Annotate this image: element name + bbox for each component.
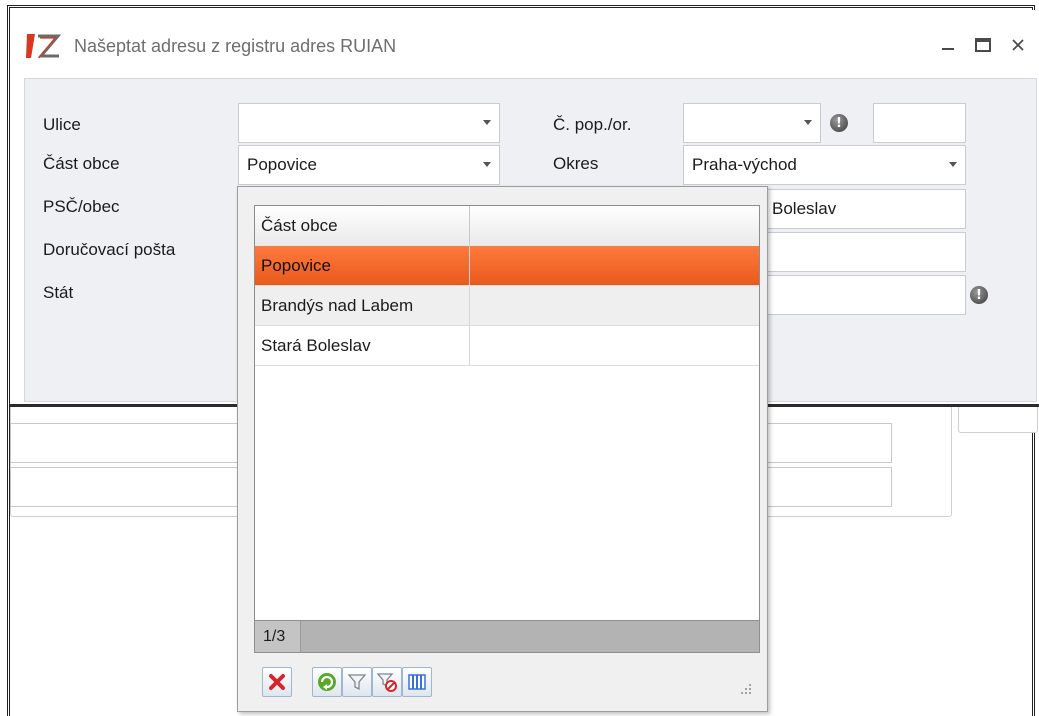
red-x-icon [269, 674, 285, 690]
minimize-button[interactable] [935, 32, 961, 58]
maximize-icon [975, 38, 991, 52]
ulice-label: Ulice [43, 115, 81, 134]
cast-obce-grid: Část obce Popovice Brandýs nad Labem Sta… [254, 205, 760, 637]
list-item-label: Popovice [255, 246, 470, 285]
chevron-down-icon[interactable] [949, 162, 957, 167]
maximize-button[interactable] [970, 32, 996, 58]
dorucovaci-posta-label: Doručovací pošta [43, 240, 176, 259]
info-icon[interactable]: ! [970, 286, 988, 304]
stat-label: Stát [43, 283, 74, 302]
list-item[interactable]: Stará Boleslav [255, 326, 759, 366]
grid-header: Část obce [255, 206, 759, 247]
clear-filter-icon [376, 673, 397, 692]
app-logo-icon [26, 34, 61, 59]
list-item-label: Brandýs nad Labem [255, 286, 470, 325]
close-button[interactable] [1005, 32, 1031, 58]
clear-button[interactable] [262, 667, 292, 697]
close-icon [1012, 39, 1024, 51]
okres-value: Praha-východ [692, 155, 797, 174]
info-icon[interactable]: ! [830, 114, 848, 132]
filter-icon [347, 674, 367, 691]
refresh-icon [318, 673, 336, 691]
column-header-cast-obce[interactable]: Část obce [255, 206, 470, 246]
list-item-label: Stará Boleslav [255, 326, 470, 365]
pager-text: 1/3 [255, 621, 301, 652]
cast-obce-value: Popovice [247, 155, 317, 174]
resize-grip-icon[interactable] [738, 681, 752, 695]
popup-toolbar [254, 661, 760, 701]
chevron-down-icon[interactable] [804, 120, 812, 125]
cast-obce-combo[interactable]: Popovice [238, 145, 500, 185]
chevron-down-icon[interactable] [483, 120, 491, 125]
cislo-pop-combo[interactable] [683, 103, 821, 143]
filter-button[interactable] [342, 667, 372, 697]
clear-filter-button[interactable] [372, 667, 402, 697]
columns-button[interactable] [402, 667, 432, 697]
dialog-titlebar[interactable]: Našeptat adresu z registru adres RUIAN [10, 10, 1039, 78]
psc-obec-label: PSČ/obec [43, 197, 120, 216]
minimize-icon [942, 48, 954, 50]
obec-value: Boleslav [772, 199, 837, 218]
background-side-box [958, 405, 1038, 433]
dialog-title: Našeptat adresu z registru adres RUIAN [74, 36, 397, 56]
list-item[interactable]: Popovice [255, 246, 759, 286]
cislo-pop-or-label: Č. pop./or. [553, 115, 632, 134]
columns-icon [408, 674, 426, 690]
ulice-combo[interactable] [238, 103, 500, 143]
cislo-or-field[interactable] [873, 103, 966, 143]
okres-combo[interactable]: Praha-východ [683, 145, 966, 185]
cast-obce-dropdown-popup: Část obce Popovice Brandýs nad Labem Sta… [237, 186, 768, 712]
okres-label: Okres [553, 154, 599, 173]
cast-obce-label: Část obce [43, 154, 120, 173]
pager-bar: 1/3 [254, 620, 760, 653]
list-item[interactable]: Brandýs nad Labem [255, 286, 759, 326]
column-header-empty [470, 206, 759, 246]
refresh-button[interactable] [312, 667, 342, 697]
chevron-down-icon[interactable] [483, 162, 491, 167]
